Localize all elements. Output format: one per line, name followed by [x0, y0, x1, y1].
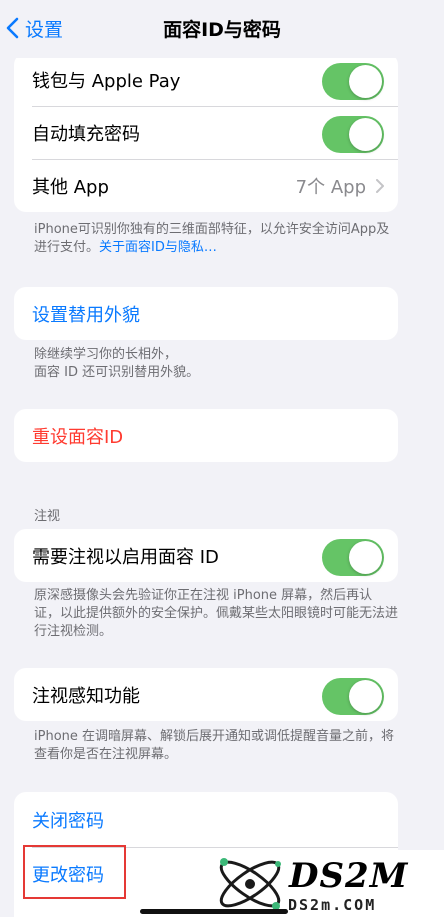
faceid-privacy-link[interactable]: 关于面容ID与隐私… — [99, 240, 217, 255]
attention-aware-toggle[interactable] — [322, 678, 384, 715]
chevron-right-icon — [376, 178, 384, 193]
require-attention-group: 需要注视以启用面容 ID — [14, 529, 398, 582]
attention-aware-row: 注视感知功能 — [14, 668, 398, 721]
require-attention-toggle[interactable] — [322, 539, 384, 576]
watermark: DS2M DS2m.COM — [206, 850, 444, 917]
navigation-bar: 设置 面容ID与密码 — [0, 0, 444, 58]
watermark-site-text: DS2m.COM — [288, 896, 377, 914]
alt-appearance-group: 设置替用外貌 — [14, 287, 398, 340]
reset-faceid-button[interactable]: 重设面容ID — [14, 409, 398, 462]
reset-faceid-group: 重设面容ID — [14, 409, 398, 462]
turn-off-passcode-label: 关闭密码 — [32, 810, 104, 832]
turn-off-passcode-button[interactable]: 关闭密码 — [14, 792, 398, 847]
other-apps-detail: 7个 App — [296, 159, 384, 212]
reset-faceid-label: 重设面容ID — [32, 426, 124, 448]
watermark-logo-text: DS2M — [289, 856, 409, 896]
attention-aware-footer: iPhone 在调暗屏幕、解锁后展开通知或调低提醒音量之前，将查看你是否在注视屏… — [34, 729, 395, 762]
require-attention-footer: 原深感摄像头会先验证你正在注视 iPhone 屏幕，然后再认证，以此提供额外的安… — [34, 588, 399, 639]
alt-appearance-footer-line1: 除继续学习你的长相外， — [34, 347, 178, 362]
wallet-apple-pay-toggle[interactable] — [322, 63, 384, 100]
attention-section-header: 注视 — [34, 509, 61, 524]
set-alt-appearance-label: 设置替用外貌 — [32, 304, 140, 326]
highlight-box — [23, 845, 126, 899]
home-indicator — [140, 909, 288, 914]
autofill-password-row: 自动填充密码 — [14, 106, 398, 159]
atom-logo-icon — [219, 858, 281, 910]
attention-aware-group: 注视感知功能 — [14, 668, 398, 721]
set-alt-appearance-button[interactable]: 设置替用外貌 — [14, 287, 398, 340]
other-apps-row[interactable]: 其他 App 7个 App — [14, 159, 398, 212]
page-title: 面容ID与密码 — [163, 19, 281, 41]
faceid-footer: iPhone可识别你独有的三维面部特征，以允许安全访问App及进行支付。关于面容… — [34, 221, 398, 257]
wallet-apple-pay-row: 钱包与 Apple Pay — [14, 53, 398, 106]
other-apps-count: 7个 App — [295, 176, 366, 198]
alt-appearance-footer: 除继续学习你的长相外， 面容 ID 还可识别替用外貌。 — [34, 346, 398, 382]
require-attention-row: 需要注视以启用面容 ID — [14, 529, 398, 582]
apps-using-faceid-group: 钱包与 Apple Pay 自动填充密码 其他 App 7个 App — [14, 53, 398, 212]
alt-appearance-footer-line2: 面容 ID 还可识别替用外貌。 — [34, 365, 200, 380]
autofill-password-toggle[interactable] — [322, 116, 384, 153]
